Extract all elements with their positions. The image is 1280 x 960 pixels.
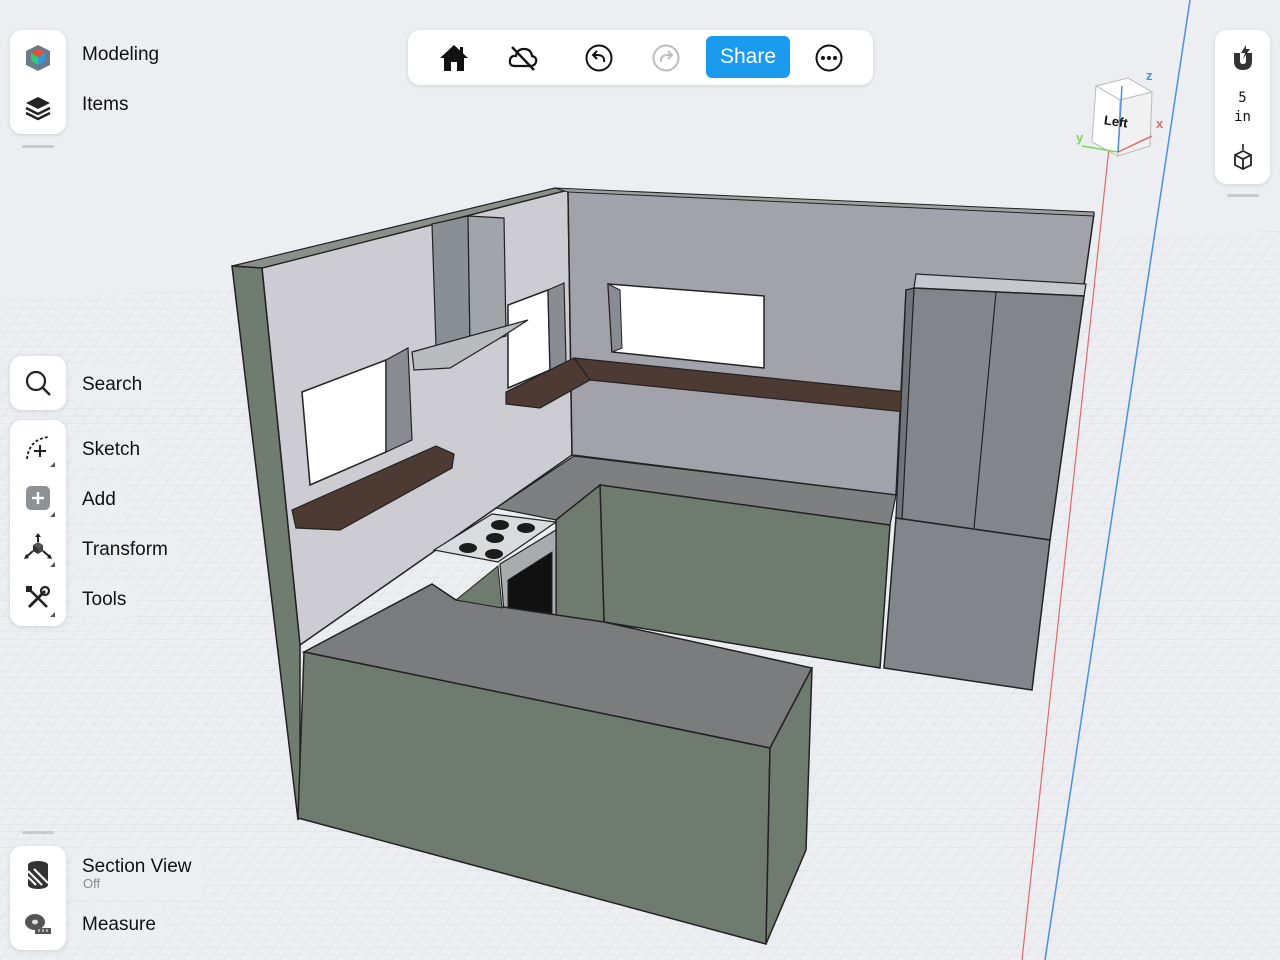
axis-x-label: x [1156, 116, 1164, 131]
bottom-tools-panel [10, 846, 66, 950]
sketch-label[interactable]: Sketch [72, 433, 151, 467]
home-icon[interactable] [432, 40, 476, 76]
transform-label[interactable]: Transform [72, 533, 178, 567]
add-label[interactable]: Add [72, 483, 126, 517]
snap-value[interactable]: 5 [1215, 90, 1270, 106]
range-hood-chimney [431, 215, 471, 347]
mode-panel [10, 30, 66, 134]
share-button[interactable]: Share [706, 36, 790, 78]
measure-tape-icon[interactable] [16, 902, 60, 946]
axis-y-label: y [1076, 130, 1084, 145]
more-options-icon[interactable] [807, 40, 851, 76]
modeling-icon[interactable] [16, 36, 60, 80]
tall-cabinet-front [895, 287, 1085, 541]
view-cube-face-label: Left [1103, 112, 1129, 131]
snap-unit[interactable]: in [1215, 109, 1270, 125]
window-left-reveal [385, 347, 413, 453]
cloud-off-icon[interactable] [501, 40, 545, 76]
magnet-snap-icon[interactable] [1221, 36, 1265, 80]
axis-z-label: z [1146, 68, 1153, 83]
tools-more-indicator [50, 612, 55, 617]
redo-icon[interactable] [644, 40, 688, 76]
bottom-left-divider [22, 831, 54, 834]
tools-label[interactable]: Tools [72, 583, 137, 617]
view-cube[interactable]: Left z y x [1070, 66, 1170, 166]
top-toolbar: Share [408, 30, 873, 85]
top-left-divider [22, 145, 54, 148]
undo-icon[interactable] [577, 40, 621, 76]
lower-cabinet-right [883, 517, 1051, 691]
transform-more-indicator [50, 562, 55, 567]
section-view-label[interactable]: Section View [72, 850, 202, 900]
range-hood-chimney-side [467, 215, 507, 346]
add-more-indicator [50, 512, 55, 517]
section-view-status: Off [83, 876, 101, 891]
layers-icon[interactable] [16, 86, 60, 130]
search-label[interactable]: Search [72, 368, 153, 402]
modeling-mode-label[interactable]: Modeling [72, 36, 170, 74]
items-label[interactable]: Items [72, 86, 139, 124]
cube-view-icon[interactable] [1221, 136, 1265, 180]
measure-label[interactable]: Measure [72, 908, 166, 942]
section-view-icon[interactable] [16, 852, 60, 896]
search-icon[interactable] [16, 361, 60, 405]
search-panel [10, 356, 66, 410]
snap-panel: 5 in [1215, 30, 1270, 184]
sketch-more-indicator [50, 462, 55, 467]
right-panel-divider [1227, 194, 1259, 197]
window-middle-reveal [547, 282, 567, 371]
tools-panel [10, 420, 66, 626]
